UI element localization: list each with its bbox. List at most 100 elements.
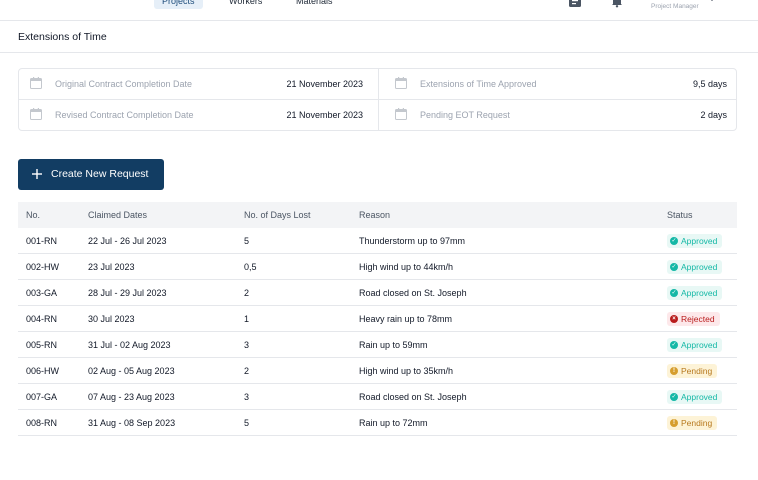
status-label: Pending (681, 366, 713, 376)
top-navigation: Projects Workers Materials Project Manag… (0, 0, 758, 21)
x-circle-icon: × (670, 315, 678, 323)
summary-pending-eot: Pending EOT Request 2 days (379, 100, 737, 130)
bell-icon[interactable] (610, 0, 624, 8)
summary-label: Pending EOT Request (420, 110, 510, 120)
summary-value: 21 November 2023 (286, 79, 363, 89)
column-header-status[interactable]: Status (667, 210, 693, 220)
reason-cell: Thunderstorm up to 97mm (359, 236, 466, 246)
table-row[interactable]: 005-RN 31 Jul - 02 Aug 2023 3 Rain up to 59… (18, 332, 737, 358)
days-lost-cell: 3 (244, 392, 250, 402)
claimed-dates-cell: 31 Aug - 08 Sep 2023 (88, 418, 176, 428)
column-header-days-lost[interactable]: No. of Days Lost (244, 210, 311, 220)
claimed-dates-cell: 02 Aug - 05 Aug 2023 (88, 366, 175, 376)
calendar-icon (395, 108, 407, 120)
days-lost-cell: 0,5 (244, 262, 257, 272)
days-lost-cell: 2 (244, 366, 250, 376)
days-lost-cell: 1 (244, 314, 250, 324)
reason-cell: Rain up to 59mm (359, 340, 428, 350)
section-header: Extensions of Time (0, 22, 758, 53)
create-new-request-label: Create New Request (51, 168, 149, 180)
claimed-dates-cell: 31 Jul - 02 Aug 2023 (88, 340, 171, 350)
calendar-icon (30, 77, 42, 89)
status-badge: ! Pending (667, 364, 718, 378)
alert-circle-icon: ! (670, 419, 678, 427)
reason-cell: High wind up to 44km/h (359, 262, 454, 272)
days-lost-cell: 5 (244, 418, 250, 428)
alert-circle-icon: ! (670, 367, 678, 375)
table-header: No. Claimed Dates No. of Days Lost Reaso… (18, 202, 737, 228)
nav-tab-projects[interactable]: Projects (154, 0, 203, 9)
table-row[interactable]: 007-GA 07 Aug - 23 Aug 2023 3 Road closed o… (18, 384, 737, 410)
table-row[interactable]: 002-HW 23 Jul 2023 0,5 High wind up to 44km… (18, 254, 737, 280)
check-circle-icon: ✓ (670, 341, 678, 349)
document-icon[interactable] (568, 0, 582, 8)
calendar-icon (395, 77, 407, 89)
user-role-label: Project Manager (651, 3, 699, 10)
table-body: 001-RN 22 Jul - 26 Jul 2023 5 Thunderstorm … (18, 228, 737, 436)
summary-label: Original Contract Completion Date (55, 79, 193, 89)
days-lost-cell: 2 (244, 288, 250, 298)
status-badge: ✓ Approved (667, 338, 723, 352)
claimed-dates-cell: 23 Jul 2023 (88, 262, 135, 272)
status-label: Approved (681, 236, 718, 246)
eot-requests-table: No. Claimed Dates No. of Days Lost Reaso… (18, 202, 737, 436)
check-circle-icon: ✓ (670, 263, 678, 271)
summary-label: Extensions of Time Approved (420, 79, 537, 89)
claimed-dates-cell: 07 Aug - 23 Aug 2023 (88, 392, 175, 402)
summary-value: 21 November 2023 (286, 110, 363, 120)
page-title: Extensions of Time (18, 31, 107, 43)
summary-eot-approved: Extensions of Time Approved 9,5 days (379, 69, 737, 99)
request-number-cell: 004-RN (26, 314, 58, 324)
days-lost-cell: 5 (244, 236, 250, 246)
summary-revised-completion: Revised Contract Completion Date 21 Nove… (19, 100, 377, 130)
request-number-cell: 008-RN (26, 418, 58, 428)
request-number-cell: 005-RN (26, 340, 58, 350)
reason-cell: High wind up to 35km/h (359, 366, 454, 376)
status-label: Rejected (681, 314, 715, 324)
check-circle-icon: ✓ (670, 237, 678, 245)
table-row[interactable]: 006-HW 02 Aug - 05 Aug 2023 2 High wind up … (18, 358, 737, 384)
claimed-dates-cell: 28 Jul - 29 Jul 2023 (88, 288, 167, 298)
reason-cell: Rain up to 72mm (359, 418, 428, 428)
request-number-cell: 003-GA (26, 288, 58, 298)
status-badge: ✓ Approved (667, 260, 723, 274)
table-row[interactable]: 001-RN 22 Jul - 26 Jul 2023 5 Thunderstorm … (18, 228, 737, 254)
reason-cell: Heavy rain up to 78mm (359, 314, 453, 324)
calendar-icon (30, 108, 42, 120)
summary-value: 2 days (700, 110, 727, 120)
status-badge: × Rejected (667, 312, 720, 326)
create-new-request-button[interactable]: Create New Request (18, 159, 164, 190)
nav-tab-workers[interactable]: Workers (221, 0, 270, 9)
summary-value: 9,5 days (692, 79, 727, 89)
check-circle-icon: ✓ (670, 289, 678, 297)
request-number-cell: 001-RN (26, 236, 58, 246)
status-badge: ✓ Approved (667, 390, 723, 404)
column-header-no[interactable]: No. (26, 210, 40, 220)
table-row[interactable]: 008-RN 31 Aug - 08 Sep 2023 5 Rain up to 72… (18, 410, 737, 436)
status-label: Approved (681, 340, 718, 350)
table-row[interactable]: 003-GA 28 Jul - 29 Jul 2023 2 Road closed o… (18, 280, 737, 306)
request-number-cell: 006-HW (26, 366, 60, 376)
status-label: Pending (681, 418, 713, 428)
table-row[interactable]: 004-RN 30 Jul 2023 1 Heavy rain up to 78mm ×… (18, 306, 737, 332)
claimed-dates-cell: 22 Jul - 26 Jul 2023 (88, 236, 167, 246)
reason-cell: Road closed on St. Joseph (359, 288, 467, 298)
column-header-reason[interactable]: Reason (359, 210, 390, 220)
status-badge: ✓ Approved (667, 234, 723, 248)
status-badge: ! Pending (667, 416, 718, 430)
summary-original-completion: Original Contract Completion Date 21 Nov… (19, 69, 377, 99)
column-header-claimed-dates[interactable]: Claimed Dates (88, 210, 147, 220)
reason-cell: Road closed on St. Joseph (359, 392, 467, 402)
status-label: Approved (681, 288, 718, 298)
check-circle-icon: ✓ (670, 393, 678, 401)
eot-summary-card: Original Contract Completion Date 21 Nov… (18, 68, 737, 131)
plus-icon (31, 168, 43, 180)
request-number-cell: 002-HW (26, 262, 60, 272)
status-label: Approved (681, 262, 718, 272)
status-label: Approved (681, 392, 718, 402)
summary-label: Revised Contract Completion Date (55, 110, 194, 120)
status-badge: ✓ Approved (667, 286, 723, 300)
request-number-cell: 007-GA (26, 392, 58, 402)
chevron-down-icon[interactable] (707, 0, 717, 4)
nav-tab-materials[interactable]: Materials (288, 0, 341, 9)
